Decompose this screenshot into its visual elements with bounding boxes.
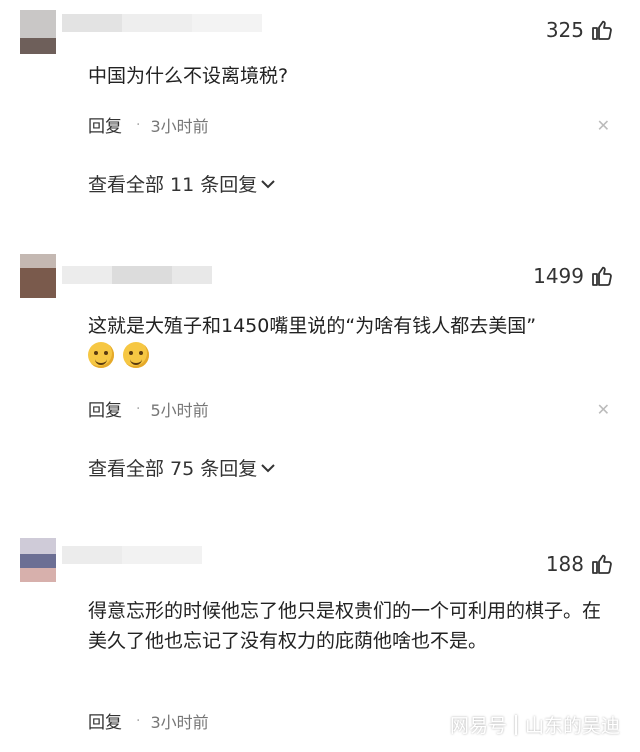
comment-meta: 回复 · 5小时前 [88,396,209,422]
emoji-row [88,342,153,368]
like-control[interactable]: 325 [546,18,614,42]
comment-text: 中国为什么不设离境税? [88,65,289,87]
like-count: 325 [545,18,584,42]
thumbs-up-icon[interactable] [590,552,614,576]
comment-meta: 回复 · 3小时前 [88,708,209,734]
thumbs-up-icon[interactable] [590,18,614,42]
close-icon[interactable]: ✕ [597,116,610,135]
watermark-divider [514,714,517,735]
timestamp: 5小时前 [150,400,209,420]
like-count: 1499 [533,264,584,288]
like-count: 188 [545,552,584,576]
watermark-brand: 网易号 [449,715,507,737]
view-replies-button[interactable]: 查看全部 11 条回复 [88,170,275,197]
thumbs-up-icon[interactable] [590,264,614,288]
watermark-author: 山东的吴迪 [524,715,620,737]
view-replies-button[interactable]: 查看全部 75 条回复 [88,454,275,481]
comment-text: 得意忘形的时候他忘了他只是权贵们的一个可利用的棋子。在美久了他也忘记了没有权力的… [88,600,602,652]
like-control[interactable]: 1499 [533,264,614,288]
comment-meta: 回复 · 3小时前 [88,112,209,138]
username-blurred[interactable] [62,266,232,284]
chevron-down-icon [261,179,275,188]
timestamp: 3小时前 [150,712,209,732]
chevron-down-icon [261,463,275,472]
username-blurred[interactable] [62,546,212,564]
avatar[interactable] [20,254,56,298]
close-icon[interactable]: ✕ [597,400,610,419]
like-control[interactable]: 188 [546,552,614,576]
separator-dot: · [136,116,141,133]
username-blurred[interactable] [62,14,302,32]
reply-button[interactable]: 回复 [88,112,122,137]
smiling-face-icon [123,342,150,368]
view-replies-label: 查看全部 75 条回复 [88,458,258,480]
view-replies-label: 查看全部 11 条回复 [88,174,258,196]
comment-text: 这就是大殖子和1450嘴里说的“为啥有钱人都去美国” [88,315,537,337]
reply-button[interactable]: 回复 [88,708,122,733]
avatar[interactable] [20,538,56,582]
smiling-face-icon [88,342,114,368]
reply-button[interactable]: 回复 [88,396,122,421]
separator-dot: · [136,400,141,417]
timestamp: 3小时前 [150,116,209,136]
watermark: 网易号 山东的吴迪 [450,711,620,738]
separator-dot: · [136,712,141,729]
avatar[interactable] [20,10,56,54]
